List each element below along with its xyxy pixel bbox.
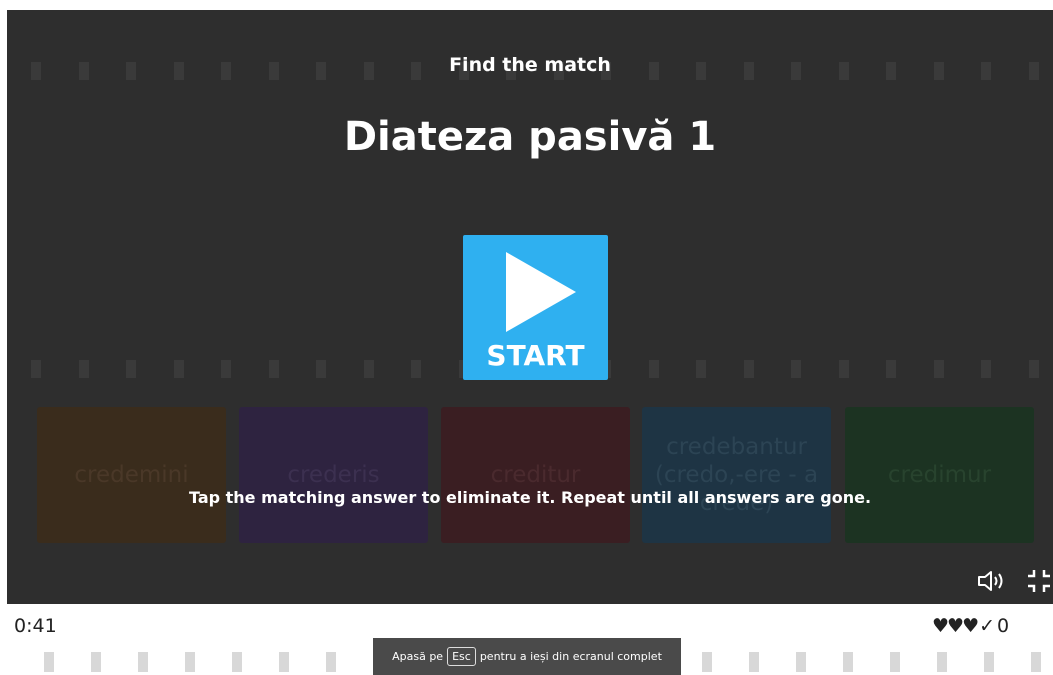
- film-hole: [31, 360, 41, 378]
- film-hole: [937, 652, 947, 672]
- answer-tile[interactable]: creditur: [441, 407, 630, 543]
- film-hole: [173, 360, 184, 378]
- answer-tile[interactable]: credimur: [845, 407, 1034, 543]
- answer-tile[interactable]: credemini: [37, 407, 226, 543]
- film-hole: [268, 360, 279, 378]
- film-hole: [78, 360, 89, 378]
- speaker-icon[interactable]: [977, 570, 1007, 596]
- game-title: Diateza pasivă 1: [343, 114, 717, 160]
- film-hole: [838, 360, 849, 378]
- film-hole: [886, 360, 896, 378]
- film-hole: [933, 360, 944, 378]
- film-hole: [791, 360, 801, 378]
- answer-tile[interactable]: credebantur (credo,-ere - a crede): [642, 407, 831, 543]
- answer-tile[interactable]: crederis: [239, 407, 428, 543]
- film-hole: [221, 360, 231, 378]
- film-hole: [843, 652, 853, 672]
- check-icon: ✓: [979, 615, 996, 637]
- esc-key: Esc: [447, 647, 476, 666]
- start-label: START: [486, 339, 585, 372]
- film-hole: [411, 360, 421, 378]
- film-hole: [702, 652, 712, 672]
- toast-suffix: pentru a ieși din ecranul complet: [479, 650, 662, 663]
- film-hole: [984, 652, 994, 672]
- film-hole: [185, 652, 195, 672]
- film-hole: [890, 652, 900, 672]
- film-hole: [326, 652, 336, 672]
- game-stage: Find the match Diateza pasivă 1 credemin…: [7, 10, 1053, 604]
- film-hole: [981, 360, 991, 378]
- lives-hearts: ♥♥♥: [932, 615, 979, 637]
- play-icon: [506, 252, 576, 332]
- film-hole: [44, 652, 54, 672]
- exit-fullscreen-icon[interactable]: [1026, 568, 1052, 598]
- film-hole: [279, 652, 289, 672]
- score-count: 0: [997, 615, 1010, 637]
- film-hole: [363, 360, 374, 378]
- film-hole: [796, 652, 806, 672]
- film-hole: [126, 360, 136, 378]
- film-hole: [316, 360, 326, 378]
- start-button[interactable]: START: [463, 235, 608, 380]
- film-hole: [743, 360, 754, 378]
- game-subtitle: Find the match: [449, 54, 611, 76]
- instructions-text: Tap the matching answer to eliminate it.…: [188, 488, 872, 507]
- exit-fullscreen-toast: Apasă pe Esc pentru a ieși din ecranul c…: [373, 638, 681, 675]
- film-hole: [232, 652, 242, 672]
- film-hole: [749, 652, 759, 672]
- film-hole: [1031, 652, 1041, 672]
- timer: 0:41: [14, 615, 57, 637]
- film-hole: [138, 652, 148, 672]
- score-area: ♥♥♥ ✓ 0: [932, 615, 1009, 637]
- film-hole: [696, 360, 706, 378]
- toast-prefix: Apasă pe: [392, 650, 444, 663]
- film-hole: [648, 360, 659, 378]
- film-hole: [91, 652, 101, 672]
- film-hole: [1028, 360, 1039, 378]
